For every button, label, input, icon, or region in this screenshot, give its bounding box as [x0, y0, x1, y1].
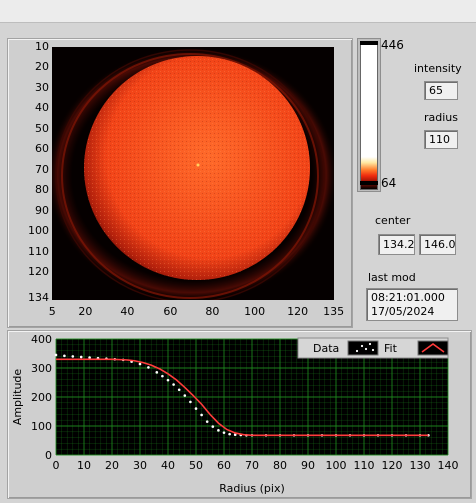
image-x-tick: 120 — [287, 305, 309, 318]
center-y-field[interactable]: 146.0 — [419, 234, 456, 255]
colorbar-max-marker[interactable] — [360, 41, 378, 45]
data-point — [217, 429, 220, 432]
image-y-tick: 30 — [35, 81, 49, 94]
data-point — [222, 431, 226, 434]
y-tick-labels: 0 100 200 300 400 — [31, 333, 52, 462]
legend: Data Fit — [297, 337, 449, 359]
image-y-tick: 40 — [35, 101, 49, 114]
x-axis-label: Radius (pix) — [219, 482, 285, 495]
image-x-tick: 60 — [163, 305, 178, 318]
center-label: center — [375, 214, 411, 227]
legend-data-dot — [355, 349, 359, 353]
last-mod-date: 17/05/2024 — [371, 305, 435, 318]
y-tick-label: 100 — [31, 420, 52, 433]
colorbar[interactable] — [360, 42, 378, 190]
data-point — [211, 425, 215, 428]
data-point — [228, 432, 231, 436]
data-point — [200, 413, 203, 417]
image-y-tick: 50 — [35, 122, 49, 135]
legend-data-dot — [371, 348, 375, 352]
x-tick-label: 0 — [53, 459, 60, 472]
image-y-tick: 70 — [35, 163, 49, 176]
image-y-tick: 80 — [35, 183, 49, 196]
image-x-tick: 20 — [78, 305, 93, 318]
x-tick-label: 60 — [217, 459, 231, 472]
x-tick-label: 140 — [438, 459, 459, 472]
image-y-tick: 100 — [28, 224, 49, 237]
data-point — [177, 388, 181, 392]
image-y-tick: 90 — [35, 204, 49, 217]
last-mod-label: last mod — [368, 271, 416, 284]
data-point — [79, 355, 83, 359]
data-point — [88, 356, 91, 359]
legend-fit-label: Fit — [384, 342, 398, 355]
data-point — [54, 353, 58, 357]
data-point — [71, 355, 75, 358]
x-tick-labels: 0 10 20 30 40 50 60 70 80 90 100 110 120 130 140 — [53, 459, 459, 472]
intensity-image[interactable] — [52, 47, 334, 300]
x-tick-label: 110 — [354, 459, 375, 472]
colorbar-min-marker[interactable] — [360, 181, 378, 185]
radius-label: radius — [424, 111, 459, 124]
colorbar-min-label: 64 — [381, 176, 397, 190]
data-point — [155, 371, 159, 374]
intensity-field[interactable]: 65 — [424, 81, 458, 100]
x-tick-label: 90 — [301, 459, 315, 472]
data-point — [194, 407, 198, 410]
legend-data-label: Data — [313, 342, 339, 355]
image-x-tick: 5 — [48, 305, 56, 318]
legend-data-swatch — [347, 340, 379, 356]
last-mod-field: 08:21:01.000 17/05/2024 — [366, 288, 458, 321]
image-x-tick: 80 — [205, 305, 220, 318]
data-point — [147, 366, 150, 369]
legend-data-dot — [364, 347, 368, 351]
y-tick-label: 0 — [45, 449, 52, 462]
x-tick-label: 100 — [326, 459, 347, 472]
amplitude-chart[interactable]: 0 100 200 300 400 0 10 20 30 40 50 60 70 80 90 100 110 1… — [0, 330, 476, 500]
x-tick-label: 10 — [77, 459, 91, 472]
data-point — [172, 383, 175, 386]
image-y-tick: 20 — [35, 60, 49, 73]
y-tick-label: 200 — [31, 391, 52, 404]
x-tick-label: 40 — [161, 459, 175, 472]
data-point — [138, 362, 142, 366]
x-tick-label: 50 — [189, 459, 203, 472]
y-axis-label: Amplitude — [11, 369, 24, 426]
image-x-tick: 135 — [323, 305, 345, 318]
data-point — [161, 374, 164, 378]
legend-data-dot — [360, 344, 364, 348]
x-tick-label: 120 — [382, 459, 403, 472]
colorbar-max-label: 446 — [381, 38, 404, 52]
data-point — [63, 354, 66, 358]
image-y-tick: 110 — [28, 245, 49, 258]
x-tick-label: 130 — [410, 459, 431, 472]
title-strip — [0, 0, 476, 23]
data-point — [189, 400, 192, 404]
image-x-tick: 100 — [244, 305, 266, 318]
data-point — [183, 394, 187, 397]
y-tick-label: 400 — [31, 333, 52, 346]
image-y-tick: 120 — [28, 265, 49, 278]
image-y-tick: 60 — [35, 142, 49, 155]
image-x-tick: 40 — [120, 305, 135, 318]
data-point — [205, 420, 209, 423]
data-point — [166, 378, 170, 382]
legend-data-dot — [368, 342, 372, 346]
intensity-label: intensity — [414, 62, 462, 75]
last-mod-time: 08:21:01.000 — [371, 291, 445, 304]
center-x-field[interactable]: 134.2 — [378, 234, 415, 255]
x-tick-label: 80 — [273, 459, 287, 472]
radius-field[interactable]: 110 — [424, 130, 458, 149]
x-tick-label: 20 — [105, 459, 119, 472]
image-y-tick: 134 — [28, 291, 49, 304]
x-tick-label: 70 — [245, 459, 259, 472]
image-y-tick: 10 — [35, 40, 49, 53]
x-tick-label: 30 — [133, 459, 147, 472]
y-tick-label: 300 — [31, 362, 52, 375]
